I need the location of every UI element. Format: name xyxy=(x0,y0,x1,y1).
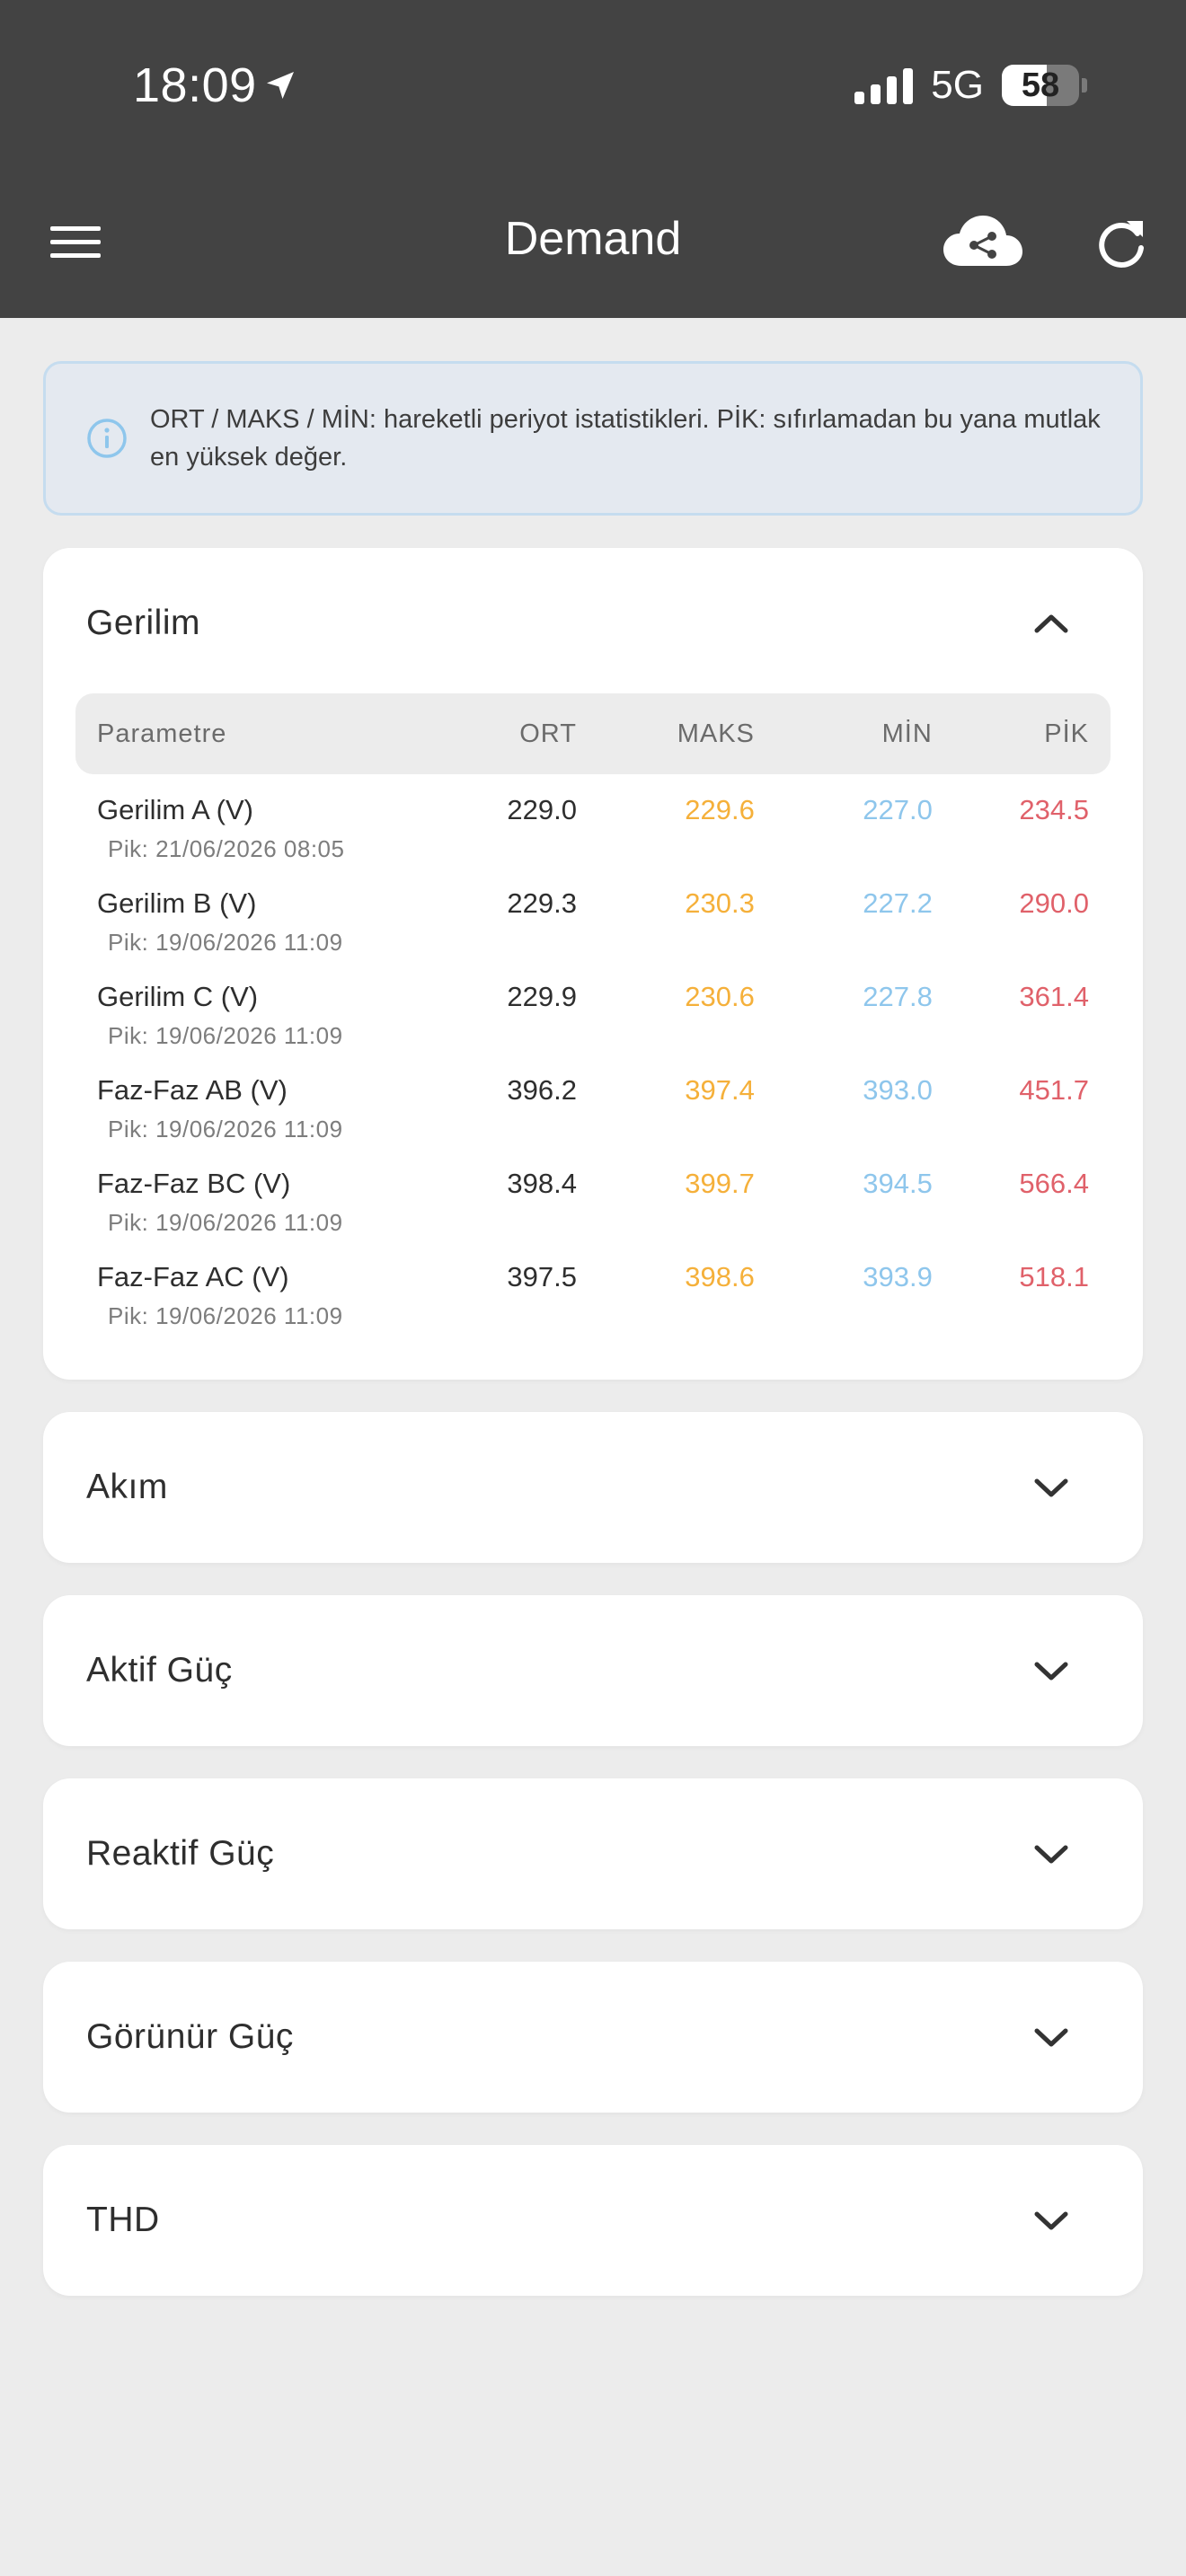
row-name: Faz-Faz AB (V) xyxy=(97,1074,288,1106)
chevron-down-icon[interactable] xyxy=(1031,1658,1071,1683)
section-title: Reaktif Güç xyxy=(86,1834,275,1873)
section-header-gerilim[interactable]: Gerilim xyxy=(43,548,1143,699)
value-ort: 398.4 xyxy=(507,1168,577,1199)
value-maks: 397.4 xyxy=(685,1074,755,1106)
column-header-maks: MAKS xyxy=(677,719,755,748)
value-min: 394.5 xyxy=(863,1168,933,1199)
section-header-reaktif-guc[interactable]: Reaktif Güç xyxy=(43,1778,1143,1929)
peak-timestamp: Pik: 19/06/2026 11:09 xyxy=(108,1209,343,1236)
value-maks: 399.7 xyxy=(685,1168,755,1199)
status-time: 18:09 xyxy=(133,57,298,113)
section-title: Görünür Güç xyxy=(86,2017,294,2056)
value-pik: 451.7 xyxy=(1019,1074,1089,1106)
section-aktif-guc: Aktif Güç xyxy=(43,1595,1143,1746)
section-reaktif-guc: Reaktif Güç xyxy=(43,1778,1143,1929)
peak-timestamp: Pik: 21/06/2026 08:05 xyxy=(108,835,345,862)
value-ort: 229.0 xyxy=(507,794,577,825)
column-header-ort: ORT xyxy=(519,719,577,748)
cellular-signal-icon xyxy=(854,66,914,104)
table-row: Gerilim B (V) 229.3 230.3 227.2 290.0 Pi… xyxy=(75,868,1111,961)
section-title: Aktif Güç xyxy=(86,1651,233,1689)
value-min: 227.0 xyxy=(863,794,933,825)
value-pik: 234.5 xyxy=(1019,794,1089,825)
column-header-pik: PİK xyxy=(1044,719,1089,748)
value-ort: 229.3 xyxy=(507,887,577,919)
value-pik: 566.4 xyxy=(1019,1168,1089,1199)
table-row: Gerilim C (V) 229.9 230.6 227.8 361.4 Pi… xyxy=(75,961,1111,1054)
value-maks: 398.6 xyxy=(685,1261,755,1292)
content: ORT / MAKS / MİN: hareketli periyot ista… xyxy=(43,361,1143,2296)
section-title: THD xyxy=(86,2201,160,2239)
chevron-down-icon[interactable] xyxy=(1031,2025,1071,2050)
value-maks: 230.6 xyxy=(685,981,755,1012)
value-min: 227.2 xyxy=(863,887,933,919)
network-type: 5G xyxy=(931,63,984,107)
row-name: Gerilim B (V) xyxy=(97,887,257,919)
row-name: Gerilim A (V) xyxy=(97,794,253,825)
status-bar: 18:09 5G 58 xyxy=(0,0,1186,171)
section-header-aktif-guc[interactable]: Aktif Güç xyxy=(43,1595,1143,1746)
column-header-parametre: Parametre xyxy=(97,719,227,748)
refresh-icon[interactable] xyxy=(1094,210,1148,273)
section-akim: Akım xyxy=(43,1412,1143,1563)
section-header-akim[interactable]: Akım xyxy=(43,1412,1143,1563)
row-name: Faz-Faz BC (V) xyxy=(97,1168,291,1199)
table-row: Faz-Faz AC (V) 397.5 398.6 393.9 518.1 P… xyxy=(75,1241,1111,1335)
app-bar: Demand xyxy=(0,171,1186,318)
location-arrow-icon xyxy=(266,72,294,99)
chevron-down-icon[interactable] xyxy=(1031,2208,1071,2233)
cloud-share-icon[interactable] xyxy=(940,207,1026,278)
battery-percentage: 58 xyxy=(1021,66,1060,104)
peak-timestamp: Pik: 19/06/2026 11:09 xyxy=(108,1116,343,1142)
value-min: 227.8 xyxy=(863,981,933,1012)
section-header-gorunur-guc[interactable]: Görünür Güç xyxy=(43,1962,1143,2113)
clock-text: 18:09 xyxy=(133,58,257,112)
peak-timestamp: Pik: 19/06/2026 11:09 xyxy=(108,1022,343,1049)
chevron-up-icon[interactable] xyxy=(1031,611,1071,636)
value-ort: 396.2 xyxy=(507,1074,577,1106)
value-maks: 229.6 xyxy=(685,794,755,825)
chevron-down-icon[interactable] xyxy=(1031,1841,1071,1866)
section-title: Gerilim xyxy=(86,604,200,642)
info-text: ORT / MAKS / MİN: hareketli periyot ista… xyxy=(150,405,1101,472)
section-thd: THD xyxy=(43,2145,1143,2296)
value-min: 393.9 xyxy=(863,1261,933,1292)
value-maks: 230.3 xyxy=(685,887,755,919)
chevron-down-icon[interactable] xyxy=(1031,1475,1071,1500)
info-icon xyxy=(87,419,127,458)
status-indicators: 5G 58 xyxy=(854,63,1087,108)
info-banner: ORT / MAKS / MİN: hareketli periyot ista… xyxy=(43,361,1143,516)
value-min: 393.0 xyxy=(863,1074,933,1106)
table-row: Faz-Faz BC (V) 398.4 399.7 394.5 566.4 P… xyxy=(75,1148,1111,1241)
peak-timestamp: Pik: 19/06/2026 11:09 xyxy=(108,929,343,956)
peak-timestamp: Pik: 19/06/2026 11:09 xyxy=(108,1302,343,1329)
value-ort: 229.9 xyxy=(507,981,577,1012)
value-ort: 397.5 xyxy=(507,1261,577,1292)
section-title: Akım xyxy=(86,1468,168,1506)
table-header: Parametre ORT MAKS MİN PİK xyxy=(75,693,1111,774)
row-name: Faz-Faz AC (V) xyxy=(97,1261,289,1292)
row-name: Gerilim C (V) xyxy=(97,981,259,1012)
table-row: Gerilim A (V) 229.0 229.6 227.0 234.5 Pi… xyxy=(75,774,1111,868)
section-header-thd[interactable]: THD xyxy=(43,2145,1143,2296)
gerilim-table: Parametre ORT MAKS MİN PİK Gerilim A (V)… xyxy=(43,693,1143,1380)
section-gorunur-guc: Görünür Güç xyxy=(43,1962,1143,2113)
value-pik: 361.4 xyxy=(1019,981,1089,1012)
value-pik: 518.1 xyxy=(1019,1261,1089,1292)
column-header-min: MİN xyxy=(881,719,933,748)
value-pik: 290.0 xyxy=(1019,887,1089,919)
battery-icon: 58 xyxy=(1002,65,1079,106)
section-gerilim: Gerilim Parametre ORT MAKS MİN PİK Geril… xyxy=(43,548,1143,1380)
battery-nub xyxy=(1082,78,1087,93)
table-row: Faz-Faz AB (V) 396.2 397.4 393.0 451.7 P… xyxy=(75,1054,1111,1148)
